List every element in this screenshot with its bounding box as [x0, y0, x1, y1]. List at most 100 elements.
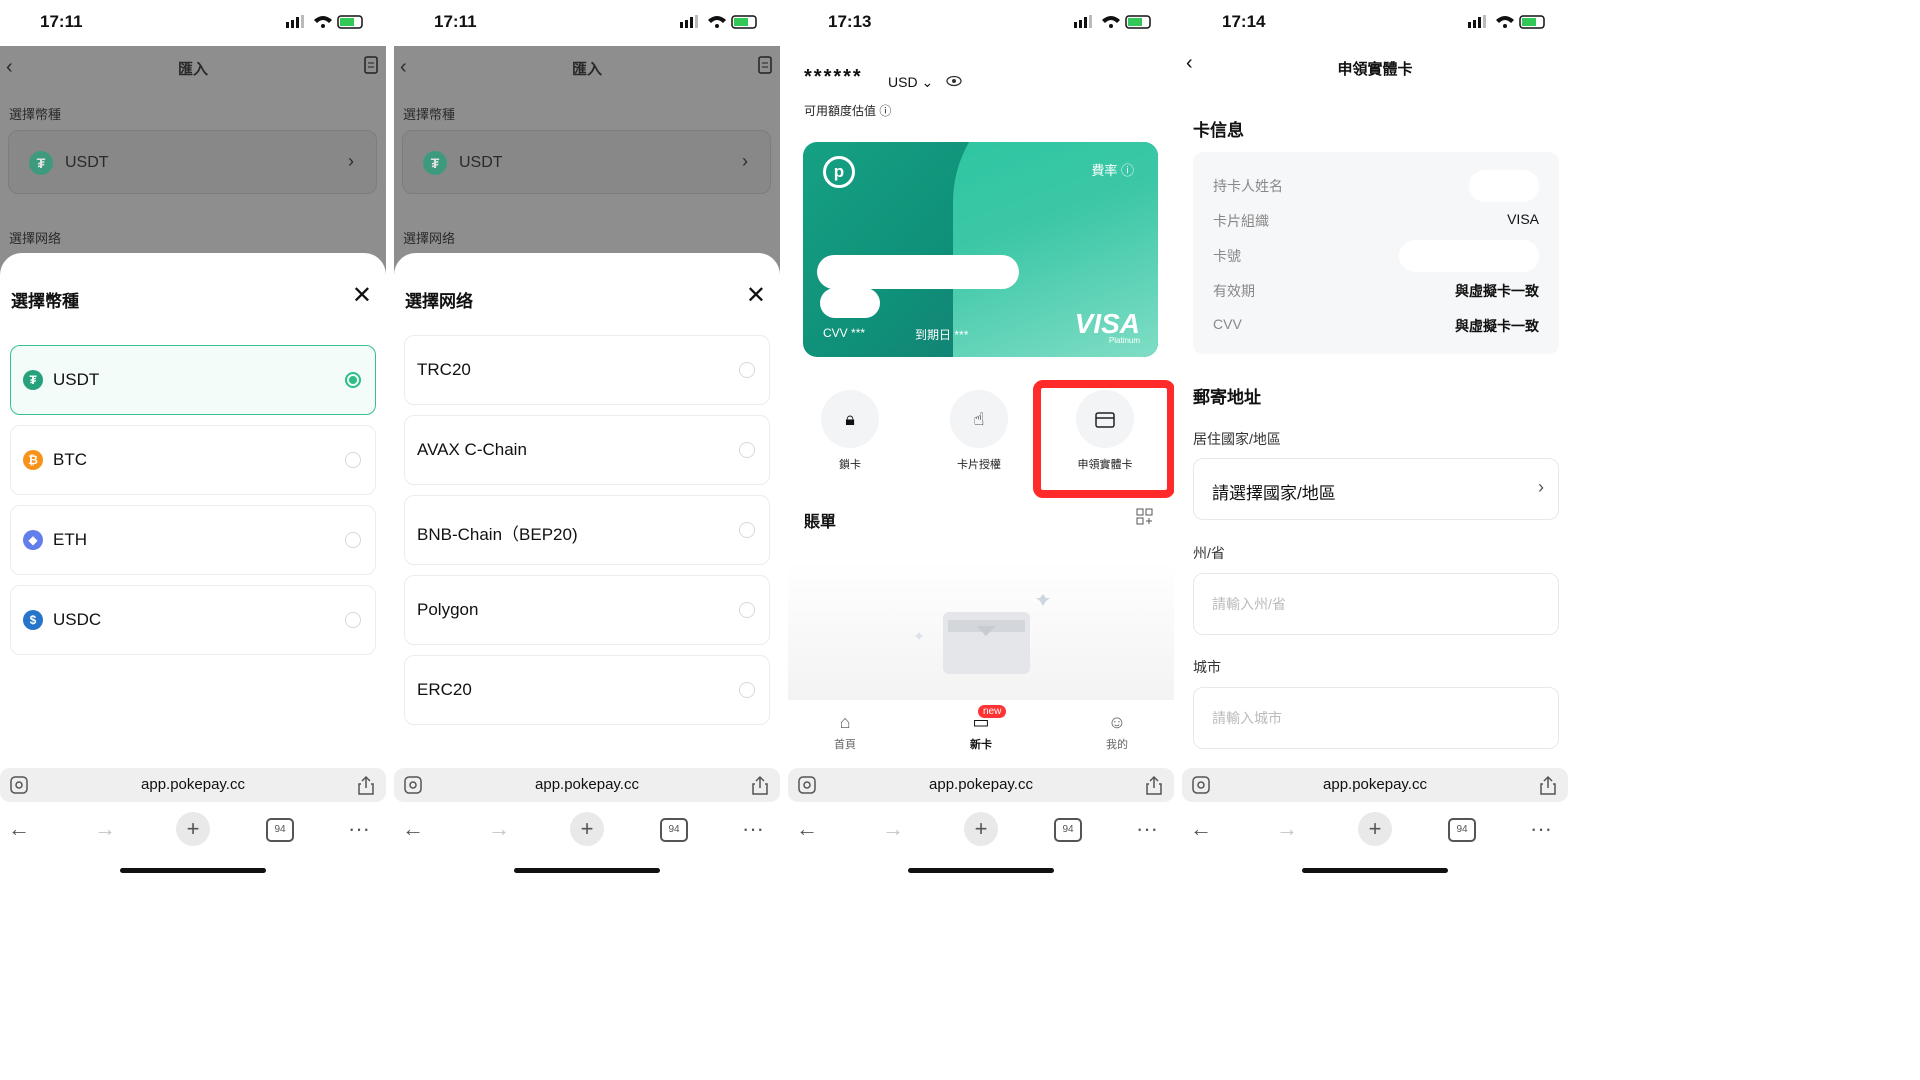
back-arrow-icon[interactable]: ← [402, 816, 424, 842]
more-icon[interactable]: ··· [348, 816, 370, 842]
sheet-title: 選擇幣種 [11, 292, 79, 311]
share-icon[interactable] [358, 775, 374, 800]
info-value: VISA [1507, 211, 1539, 227]
forward-arrow-icon[interactable]: → [488, 816, 510, 842]
usdt-icon: ₮ [23, 370, 43, 390]
coin-select-screen: 17:11 ‹ 匯入 選擇幣種 ₮ USDT › 選擇网络 選擇幣種 ✕ ₮ U… [0, 0, 386, 880]
url-text[interactable]: app.pokepay.cc [394, 776, 780, 793]
coin-field-value: USDT [459, 154, 503, 171]
status-time: 17:11 [40, 12, 83, 31]
new-tab-icon[interactable]: + [1358, 812, 1392, 846]
coin-option-btc[interactable]: ₿ BTC [10, 425, 376, 495]
apply-physical-card-screen: 17:14 ‹ 申領實體卡 卡信息 持卡人姓名 卡片組織 VISA 卡號 有效期… [1182, 0, 1568, 880]
status-time: 17:13 [828, 12, 872, 31]
radio[interactable] [345, 612, 361, 628]
status-time: 17:11 [434, 12, 477, 31]
state-input[interactable]: 請輸入州/省 [1193, 573, 1559, 635]
url-text[interactable]: app.pokepay.cc [0, 776, 386, 793]
city-input[interactable]: 請輸入城市 [1193, 687, 1559, 749]
tab-home[interactable]: ⌂ 首頁 [815, 712, 875, 752]
radio[interactable] [739, 602, 755, 618]
radio[interactable] [739, 362, 755, 378]
bottom-tab-bar: ⌂ 首頁 ▭ 新卡 new ☺ 我的 [788, 702, 1174, 760]
more-icon[interactable]: ··· [1136, 816, 1158, 842]
radio[interactable] [345, 532, 361, 548]
empty-state [788, 560, 1174, 700]
status-icons [1468, 14, 1548, 35]
address-bar[interactable]: app.pokepay.cc [788, 768, 1174, 802]
currency-selector[interactable]: USD ⌄ [888, 74, 933, 91]
tab-count[interactable]: 94 [1448, 818, 1476, 842]
network-option-trc20[interactable]: TRC20 [404, 335, 770, 405]
tab-profile[interactable]: ☺ 我的 [1087, 712, 1147, 752]
country-select[interactable]: 請選擇國家/地區 › [1193, 458, 1559, 520]
virtual-card[interactable]: p 費率 ⓘ CVV *** 到期日 *** VISA Platinum [803, 142, 1158, 357]
coin-option-label: USDC [53, 610, 102, 629]
more-icon[interactable]: ··· [1530, 816, 1552, 842]
state-label: 州/省 [1193, 545, 1225, 561]
forward-arrow-icon[interactable]: → [94, 816, 116, 842]
tab-new-card[interactable]: ▭ 新卡 [951, 712, 1011, 752]
new-tab-icon[interactable]: + [964, 812, 998, 846]
new-tab-icon[interactable]: + [570, 812, 604, 846]
radio[interactable] [739, 442, 755, 458]
tab-count[interactable]: 94 [660, 818, 688, 842]
chevron-right-icon: › [348, 151, 354, 171]
address-bar[interactable]: app.pokepay.cc [394, 768, 780, 802]
coin-option-eth[interactable]: ◆ ETH [10, 505, 376, 575]
radio-selected[interactable] [345, 372, 361, 388]
card-number-redacted [817, 255, 1019, 289]
coin-option-usdc[interactable]: $ USDC [10, 585, 376, 655]
lock-card-action[interactable]: 🔒︎ 鎖卡 [820, 390, 880, 472]
address-bar[interactable]: app.pokepay.cc [1182, 768, 1568, 802]
coin-option-usdt[interactable]: ₮ USDT [10, 345, 376, 415]
share-icon[interactable] [1540, 775, 1556, 800]
eye-icon[interactable] [946, 74, 962, 92]
radio[interactable] [345, 452, 361, 468]
info-key: 持卡人姓名 [1213, 178, 1283, 194]
network-option-polygon[interactable]: Polygon [404, 575, 770, 645]
card-rate[interactable]: 費率 ⓘ [1091, 160, 1134, 179]
forward-arrow-icon[interactable]: → [882, 816, 904, 842]
coin-bottom-sheet: 選擇幣種 ✕ ₮ USDT ₿ BTC ◆ ETH $ USDC [0, 253, 386, 763]
close-icon[interactable]: ✕ [746, 281, 766, 310]
address-title: 郵寄地址 [1193, 388, 1261, 407]
forward-arrow-icon[interactable]: → [1276, 816, 1298, 842]
network-option-label: TRC20 [417, 360, 471, 379]
radio[interactable] [739, 522, 755, 538]
url-text[interactable]: app.pokepay.cc [1182, 776, 1568, 793]
network-option-erc20[interactable]: ERC20 [404, 655, 770, 725]
back-arrow-icon[interactable]: ← [8, 816, 30, 842]
more-icon[interactable]: ··· [742, 816, 764, 842]
info-icon[interactable]: ⓘ [879, 104, 891, 118]
share-icon[interactable] [752, 775, 768, 800]
select-coin-label: 選擇幣種 [9, 107, 62, 122]
info-key: 有效期 [1213, 283, 1255, 299]
url-text[interactable]: app.pokepay.cc [788, 776, 1174, 793]
select-network-label: 選擇网络 [403, 231, 456, 246]
back-arrow-icon[interactable]: ← [796, 816, 818, 842]
new-tab-icon[interactable]: + [176, 812, 210, 846]
card-number-redacted-2 [820, 288, 880, 318]
tab-count[interactable]: 94 [1054, 818, 1082, 842]
radio[interactable] [739, 682, 755, 698]
tab-count[interactable]: 94 [266, 818, 294, 842]
network-select-screen: 17:11 ‹ 匯入 選擇幣種 ₮ USDT › 選擇网络 選擇网络 ✕ TRC… [394, 0, 780, 880]
grid-add-icon[interactable] [1136, 508, 1154, 531]
document-icon[interactable] [758, 56, 772, 79]
share-icon[interactable] [1146, 775, 1162, 800]
eth-icon: ◆ [23, 530, 43, 550]
network-option-avax[interactable]: AVAX C-Chain [404, 415, 770, 485]
network-option-bnb[interactable]: BNB-Chain（BEP20) [404, 495, 770, 565]
card-authorize-action[interactable]: ☝︎ 卡片授權 [949, 390, 1009, 472]
document-icon[interactable] [364, 56, 378, 79]
coin-field[interactable]: ₮ USDT › [402, 130, 771, 194]
close-icon[interactable]: ✕ [352, 281, 372, 310]
back-arrow-icon[interactable]: ← [1190, 816, 1212, 842]
address-bar[interactable]: app.pokepay.cc [0, 768, 386, 802]
redacted-value [1399, 240, 1539, 272]
coin-field[interactable]: ₮ USDT › [8, 130, 377, 194]
usdc-icon: $ [23, 610, 43, 630]
info-key: CVV [1213, 316, 1242, 332]
status-icons [680, 14, 760, 35]
